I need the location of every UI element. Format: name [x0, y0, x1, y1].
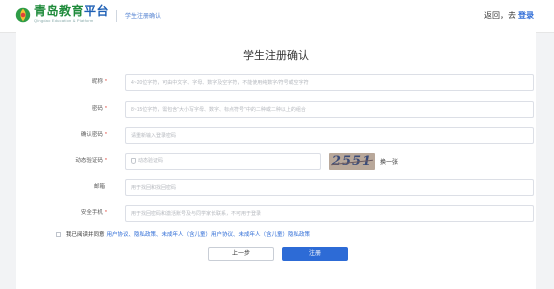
required-marker: *: [104, 79, 107, 85]
logo-title-green: 青岛教育: [34, 4, 85, 18]
registration-card: 学生注册确认 昵称* 密码* 确认密码* 动态验证码* 动态验证码 2551 换…: [16, 32, 536, 289]
refresh-captcha-link[interactable]: 换一张: [380, 157, 398, 166]
nickname-label-text: 昵称: [91, 79, 103, 85]
login-link[interactable]: 登录: [518, 11, 534, 20]
captcha-row: 动态验证码 * 动态验证码 2551 换一张: [16, 153, 536, 170]
password-input[interactable]: [125, 101, 534, 118]
top-bar: 青岛教育平台 Qingdao Education & Platform 学生注册…: [0, 0, 554, 33]
nickname-row: 昵称 *: [16, 74, 536, 91]
nickname-label: 昵称 *: [92, 74, 107, 91]
logo-title-blue: 平台: [84, 4, 110, 18]
brand-logo[interactable]: 青岛教育平台 Qingdao Education & Platform: [14, 5, 109, 27]
password-label: 密码 *: [92, 101, 107, 118]
password-label-text: 密码: [91, 106, 103, 112]
captcha-image[interactable]: 2551: [329, 153, 375, 170]
captcha-label-text: 动态验证码: [75, 158, 103, 164]
agree-prefix: 我已阅读并同意: [66, 232, 105, 238]
breadcrumb: 学生注册确认: [125, 14, 162, 20]
confirm-password-row: 确认密码 *: [16, 127, 536, 144]
agree-checkbox[interactable]: [56, 231, 61, 237]
phone-row: 安全手机 *: [16, 205, 536, 222]
captcha-input[interactable]: 动态验证码: [125, 153, 321, 170]
page-title: 学生注册确认: [243, 50, 309, 62]
phone-label-text: 安全手机: [80, 210, 103, 216]
logo-title: 青岛教育平台: [34, 5, 109, 17]
captcha-label: 动态验证码 *: [75, 153, 107, 170]
required-marker: *: [104, 132, 107, 138]
email-row: 邮箱: [16, 179, 536, 196]
logo-subtitle: Qingdao Education & Platform: [34, 18, 94, 23]
agreement-row: 我已阅读并同意 用户协议、隐私政策、未成年人（含儿童）用户协议、未成年人（含儿童…: [56, 229, 310, 239]
email-label: 邮箱: [94, 179, 107, 196]
confirm-password-label-text: 确认密码: [80, 132, 103, 138]
shield-icon: [131, 157, 136, 164]
header-divider: [116, 10, 117, 22]
captcha-placeholder: 动态验证码: [138, 158, 164, 164]
nickname-input[interactable]: [125, 74, 534, 91]
password-row: 密码 *: [16, 101, 536, 118]
agreement-links[interactable]: 用户协议、隐私政策、未成年人（含儿童）用户协议、未成年人（含儿童）隐私政策: [107, 230, 311, 238]
logo-icon: [15, 7, 31, 23]
required-marker: *: [104, 210, 107, 216]
email-input[interactable]: [125, 179, 534, 196]
register-button[interactable]: 注册: [282, 247, 348, 261]
header-actions: 返回，去 登录: [484, 10, 534, 21]
phone-label: 安全手机 *: [81, 205, 107, 222]
previous-step-button[interactable]: 上一步: [208, 247, 274, 261]
confirm-password-input[interactable]: [125, 127, 534, 144]
required-marker: *: [104, 106, 107, 112]
required-marker: *: [104, 158, 107, 164]
confirm-password-label: 确认密码 *: [81, 127, 107, 144]
email-label-text: 邮箱: [93, 184, 105, 190]
phone-input[interactable]: [125, 205, 534, 222]
back-text: 返回，去: [484, 11, 516, 20]
